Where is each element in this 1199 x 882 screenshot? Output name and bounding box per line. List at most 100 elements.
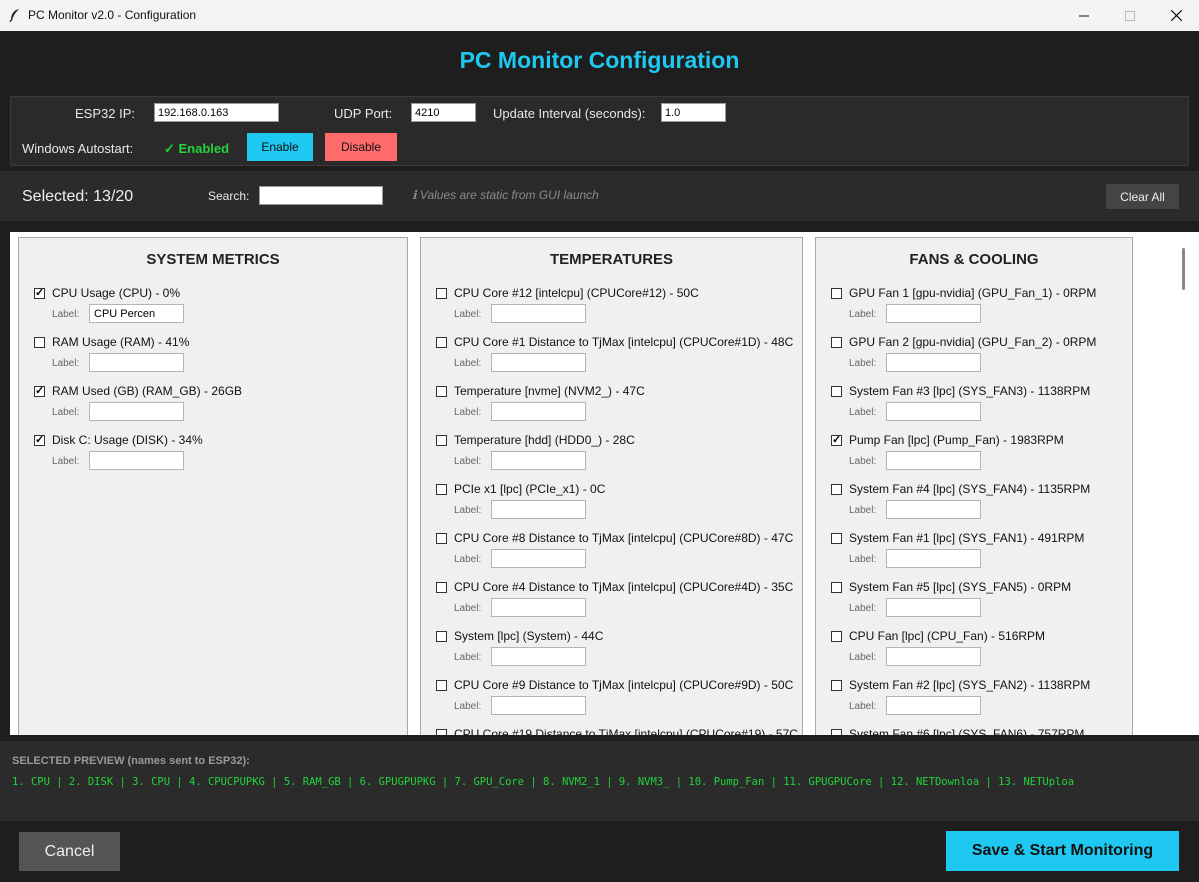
sensor-checkbox[interactable]: ✓ [34,434,45,446]
label-input[interactable] [886,549,981,568]
udp-port-input[interactable]: 4210 [411,103,476,122]
sensor-item: System Fan #1 [lpc] (SYS_FAN1) - 491RPM L… [816,531,1132,580]
sensor-name[interactable]: System Fan #3 [lpc] (SYS_FAN3) - 1138RPM [849,384,1090,398]
sensor-name[interactable]: System Fan #6 [lpc] (SYS_FAN6) - 757RPM [849,727,1084,735]
label-input[interactable] [886,353,981,372]
label-caption: Label: [849,358,877,369]
sensor-name[interactable]: CPU Core #12 [intelcpu] (CPUCore#12) - 5… [454,286,699,300]
label-caption: Label: [454,358,482,369]
label-input[interactable] [491,402,586,421]
label-input[interactable] [491,353,586,372]
close-button[interactable] [1153,0,1199,31]
label-caption: Label: [454,309,482,320]
search-input[interactable] [259,186,383,205]
sensor-checkbox[interactable]: ✓ [34,385,45,397]
sensor-checkbox[interactable] [831,631,842,642]
label-input[interactable] [886,402,981,421]
sensor-name[interactable]: Disk C: Usage (DISK) - 34% [52,433,203,447]
clear-all-button[interactable]: Clear All [1106,184,1179,209]
label-input[interactable] [886,304,981,323]
label-input[interactable] [491,598,586,617]
sensor-name[interactable]: RAM Usage (RAM) - 41% [52,335,189,349]
label-input[interactable] [491,647,586,666]
sensor-checkbox[interactable] [831,337,842,348]
label-input[interactable] [491,500,586,519]
maximize-button[interactable] [1107,0,1153,31]
sensor-item: System Fan #4 [lpc] (SYS_FAN4) - 1135RPM… [816,482,1132,531]
sensor-name[interactable]: CPU Core #9 Distance to TjMax [intelcpu]… [454,678,793,692]
label-input[interactable] [491,696,586,715]
sensor-item: CPU Fan [lpc] (CPU_Fan) - 516RPM Label: [816,629,1132,678]
sensor-name[interactable]: CPU Usage (CPU) - 0% [52,286,180,300]
system-metrics-column: SYSTEM METRICS ✓ CPU Usage (CPU) - 0% Labe… [18,237,408,735]
label-input[interactable] [886,451,981,470]
sensor-checkbox[interactable] [831,288,842,299]
label-input[interactable] [886,500,981,519]
sensor-checkbox[interactable] [436,386,447,397]
title-bar: PC Monitor v2.0 - Configuration [0,0,1199,31]
update-interval-input[interactable]: 1.0 [661,103,726,122]
sensor-list-area[interactable]: SYSTEM METRICS ✓ CPU Usage (CPU) - 0% Labe… [10,232,1199,735]
sensor-name[interactable]: Temperature [nvme] (NVM2_) - 47C [454,384,645,398]
sensor-name[interactable]: Temperature [hdd] (HDD0_) - 28C [454,433,635,447]
window-title: PC Monitor v2.0 - Configuration [28,8,197,22]
label-input[interactable] [886,647,981,666]
sensor-name[interactable]: GPU Fan 1 [gpu-nvidia] (GPU_Fan_1) - 0RP… [849,286,1096,300]
label-caption: Label: [52,309,80,320]
fans-cooling-column: FANS & COOLING GPU Fan 1 [gpu-nvidia] (G… [815,237,1133,735]
label-input[interactable] [89,402,184,421]
sensor-checkbox[interactable] [436,337,447,348]
sensor-name[interactable]: System Fan #2 [lpc] (SYS_FAN2) - 1138RPM [849,678,1090,692]
scrollbar-thumb[interactable] [1182,248,1185,290]
sensor-name[interactable]: Pump Fan [lpc] (Pump_Fan) - 1983RPM [849,433,1064,447]
enable-button[interactable]: Enable [247,133,313,161]
sensor-checkbox[interactable] [436,680,447,691]
sensor-checkbox[interactable] [831,680,842,691]
sensor-checkbox[interactable] [436,729,447,735]
label-input[interactable] [886,598,981,617]
sensor-checkbox[interactable] [831,484,842,495]
sensor-name[interactable]: GPU Fan 2 [gpu-nvidia] (GPU_Fan_2) - 0RP… [849,335,1096,349]
label-input[interactable] [89,353,184,372]
label-input[interactable] [491,451,586,470]
sensor-checkbox[interactable] [436,631,447,642]
sensor-name[interactable]: System [lpc] (System) - 44C [454,629,603,643]
sensor-name[interactable]: CPU Core #4 Distance to TjMax [intelcpu]… [454,580,793,594]
sensor-checkbox[interactable]: ✓ [34,287,45,299]
selected-count: Selected: 13/20 [22,188,134,205]
sensor-name[interactable]: CPU Core #8 Distance to TjMax [intelcpu]… [454,531,793,545]
label-input[interactable]: CPU Percen [89,304,184,323]
label-input[interactable] [491,549,586,568]
sensor-name[interactable]: CPU Core #19 Distance to TjMax [intelcpu… [454,727,798,735]
sensor-checkbox[interactable] [34,337,45,348]
sensor-item: System [lpc] (System) - 44C Label: [421,629,802,678]
sensor-checkbox[interactable] [831,729,842,735]
sensor-checkbox[interactable] [436,533,447,544]
sensor-checkbox[interactable] [436,288,447,299]
minimize-button[interactable] [1061,0,1107,31]
sensor-checkbox[interactable] [436,582,447,593]
esp32-ip-input[interactable]: 192.168.0.163 [154,103,279,122]
save-start-button[interactable]: Save & Start Monitoring [946,831,1179,871]
vertical-scrollbar[interactable] [1174,232,1199,735]
sensor-checkbox[interactable] [436,435,447,446]
sensor-name[interactable]: RAM Used (GB) (RAM_GB) - 26GB [52,384,242,398]
label-input[interactable] [89,451,184,470]
sensor-name[interactable]: System Fan #1 [lpc] (SYS_FAN1) - 491RPM [849,531,1084,545]
sensor-checkbox[interactable] [831,386,842,397]
sensor-checkbox[interactable] [831,533,842,544]
label-input[interactable] [491,304,586,323]
label-input[interactable] [886,696,981,715]
sensor-name[interactable]: System Fan #4 [lpc] (SYS_FAN4) - 1135RPM [849,482,1090,496]
sensor-name[interactable]: System Fan #5 [lpc] (SYS_FAN5) - 0RPM [849,580,1071,594]
sensor-item: CPU Core #19 Distance to TjMax [intelcpu… [421,727,802,735]
sensor-checkbox[interactable] [436,484,447,495]
cancel-button[interactable]: Cancel [19,832,120,871]
sensor-name[interactable]: CPU Core #1 Distance to TjMax [intelcpu]… [454,335,793,349]
sensor-name[interactable]: CPU Fan [lpc] (CPU_Fan) - 516RPM [849,629,1045,643]
temperatures-column: TEMPERATURES CPU Core #12 [intelcpu] (CP… [420,237,803,735]
sensor-checkbox[interactable] [831,582,842,593]
disable-button[interactable]: Disable [325,133,397,161]
sensor-checkbox[interactable]: ✓ [831,434,842,446]
sensor-name[interactable]: PCIe x1 [lpc] (PCIe_x1) - 0C [454,482,605,496]
